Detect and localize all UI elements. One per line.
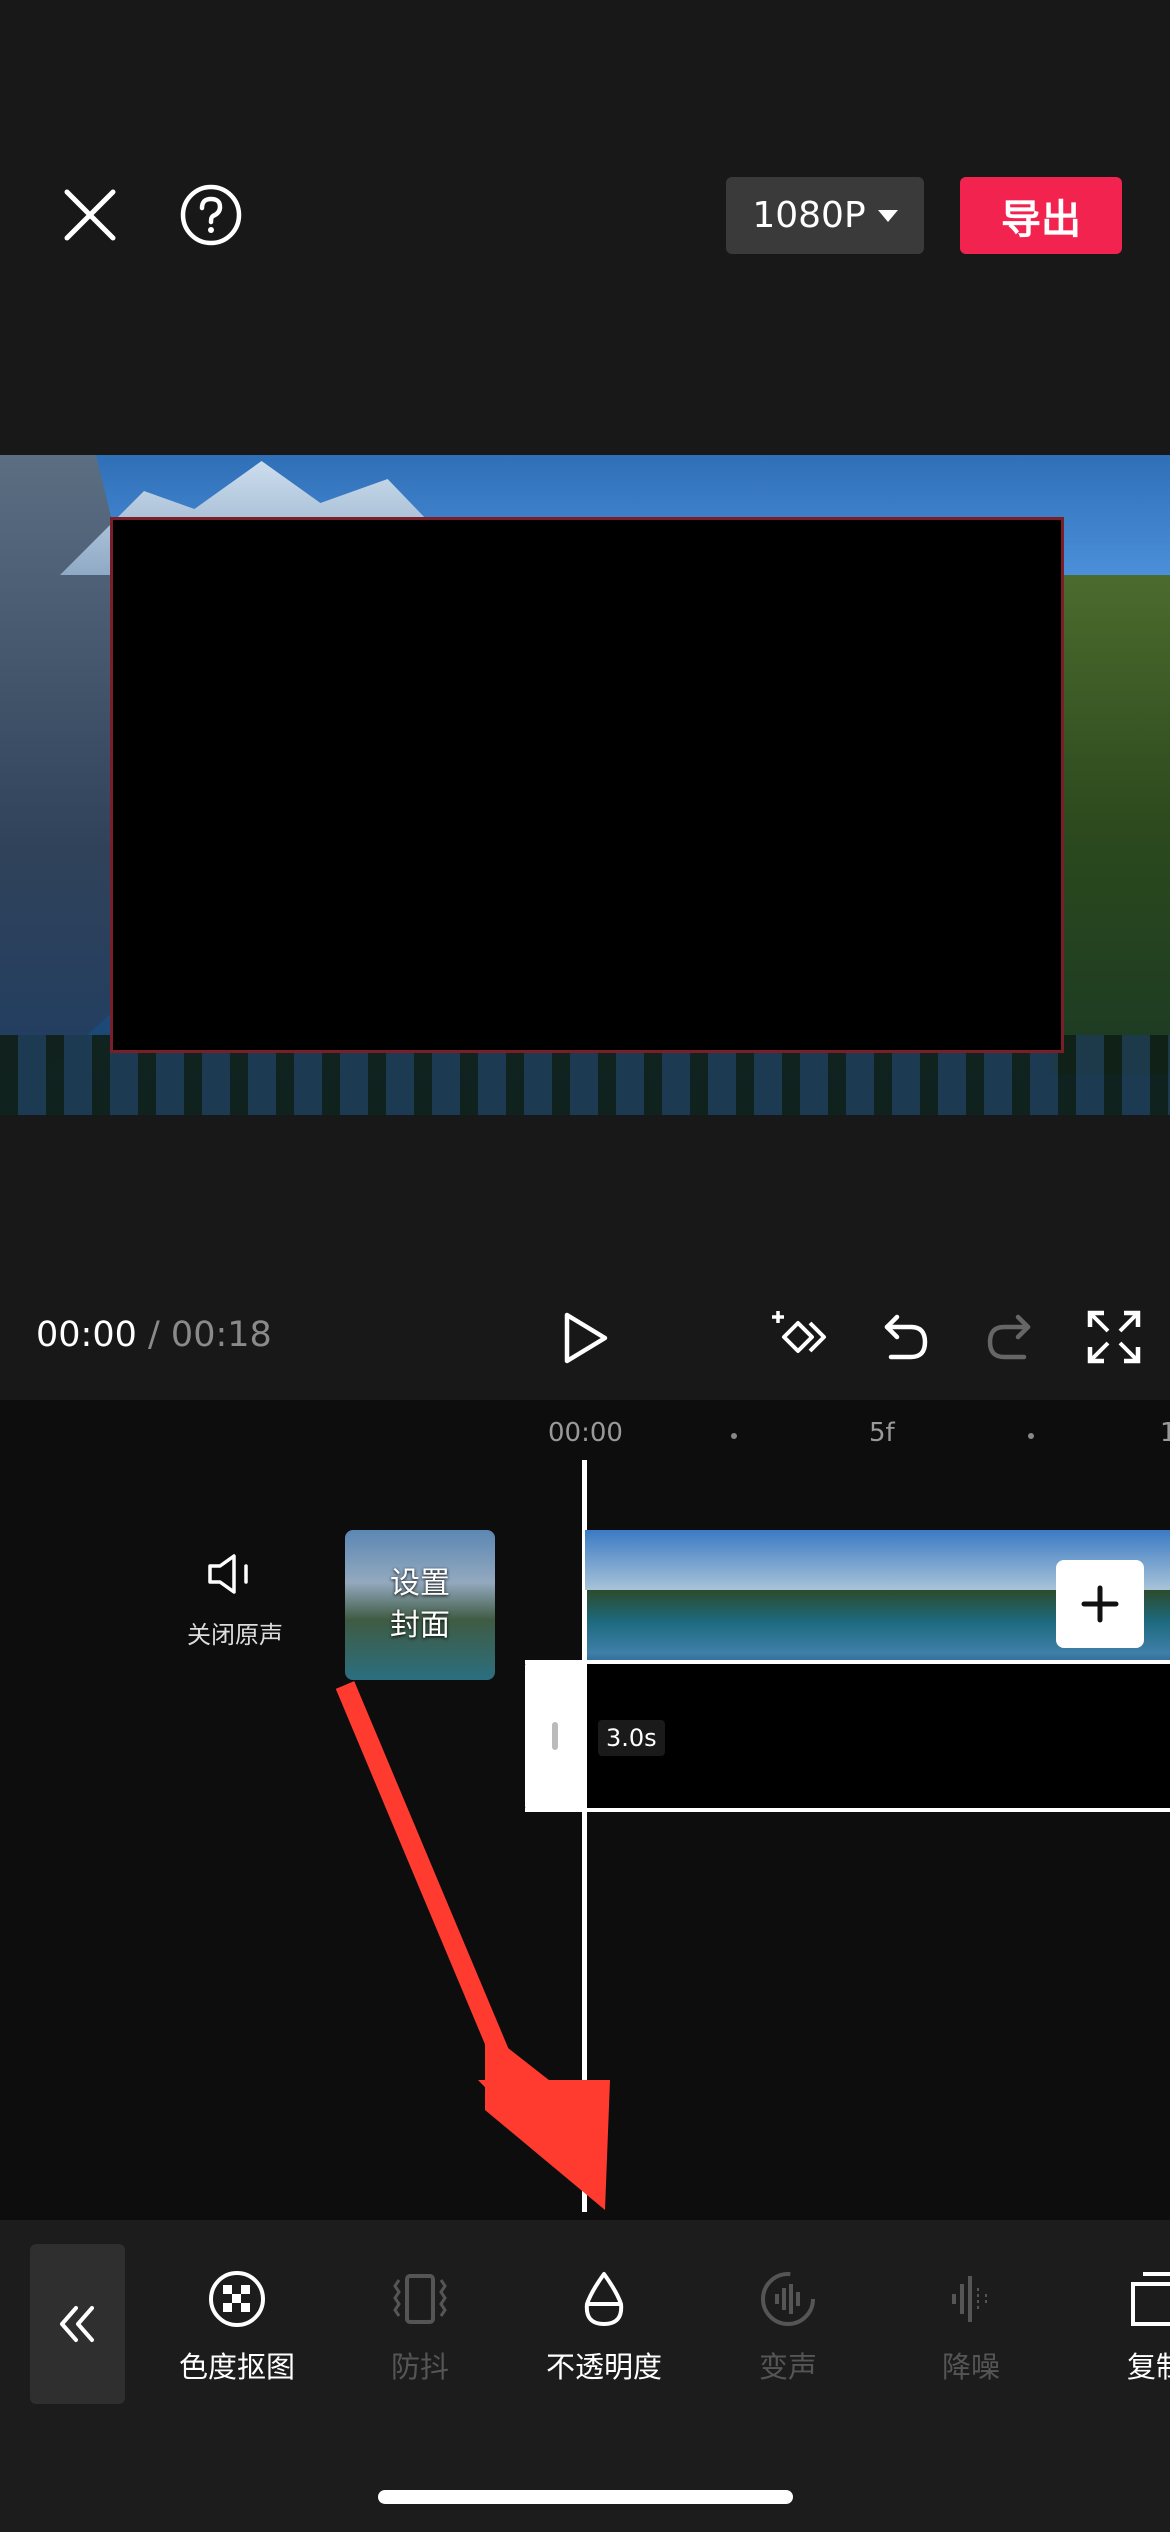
chroma-key-icon (209, 2271, 265, 2327)
help-button[interactable] (176, 180, 246, 250)
tool-copy[interactable]: 复制 (1065, 2268, 1170, 2386)
resolution-dropdown[interactable]: 1080P (726, 177, 924, 254)
home-indicator (378, 2490, 793, 2504)
timecode: 00:00 / 00:18 (36, 1315, 272, 1355)
collapse-back-button[interactable] (30, 2244, 125, 2404)
cover-label-line1: 设置 (390, 1566, 450, 1601)
play-icon (564, 1312, 608, 1364)
chevron-down-icon (877, 209, 898, 222)
keyframe-button[interactable] (768, 1305, 832, 1369)
tool-label: 防抖 (390, 2350, 449, 2384)
keyframe-add-icon (772, 1311, 826, 1353)
help-icon (180, 184, 242, 246)
total-time: 00:18 (170, 1315, 272, 1355)
add-clip-button[interactable] (1056, 1560, 1144, 1648)
redo-icon (987, 1314, 1031, 1360)
mute-original-label[interactable]: 关闭原声 (180, 1615, 290, 1650)
ruler-label-end: 1 (1160, 1418, 1170, 1448)
tool-voice-change[interactable]: 变声 (698, 2268, 878, 2386)
ruler-label-mid: 5f (869, 1418, 895, 1448)
tool-opacity[interactable]: 不透明度 (514, 2268, 694, 2386)
overlay-layer-selected[interactable] (110, 517, 1064, 1053)
speaker-icon[interactable] (206, 1552, 258, 1596)
time-separator: / (136, 1315, 171, 1355)
tool-noise-reduction[interactable]: 降噪 (881, 2268, 1061, 2386)
tool-label: 复制 (1127, 2350, 1170, 2384)
undo-button[interactable] (873, 1305, 937, 1369)
double-chevron-left-icon (59, 2306, 94, 2342)
opacity-icon (584, 2272, 624, 2326)
undo-icon (884, 1314, 928, 1360)
tool-stabilize[interactable]: 防抖 (330, 2268, 510, 2386)
tool-label: 降噪 (941, 2350, 1000, 2384)
set-cover-button[interactable]: 设置 封面 (345, 1530, 495, 1680)
tool-label: 色度抠图 (178, 2350, 295, 2384)
play-button[interactable] (555, 1307, 615, 1369)
close-button[interactable] (55, 180, 125, 250)
resolution-label: 1080P (752, 195, 866, 236)
redo-button[interactable] (978, 1305, 1042, 1369)
noise-reduction-icon (952, 2276, 987, 2322)
tool-chroma-key[interactable]: 色度抠图 (147, 2268, 327, 2386)
close-icon (64, 189, 116, 241)
stabilize-icon (393, 2274, 447, 2324)
annotation-arrow (335, 1681, 610, 2210)
voice-change-icon (761, 2272, 815, 2326)
fullscreen-icon (1087, 1310, 1141, 1364)
plus-icon (1081, 1585, 1119, 1623)
current-time: 00:00 (36, 1315, 137, 1355)
ruler-dot (1028, 1433, 1034, 1439)
tool-label: 变声 (758, 2350, 817, 2384)
tool-label: 不透明度 (545, 2350, 662, 2384)
copy-icon (1131, 2272, 1170, 2326)
fullscreen-button[interactable] (1082, 1305, 1146, 1369)
cover-label-line2: 封面 (390, 1608, 450, 1643)
ruler-label-start: 00:00 (548, 1418, 623, 1448)
ruler-dot (731, 1433, 737, 1439)
export-button[interactable]: 导出 (960, 177, 1122, 254)
preview-forest-right (1050, 575, 1170, 1075)
